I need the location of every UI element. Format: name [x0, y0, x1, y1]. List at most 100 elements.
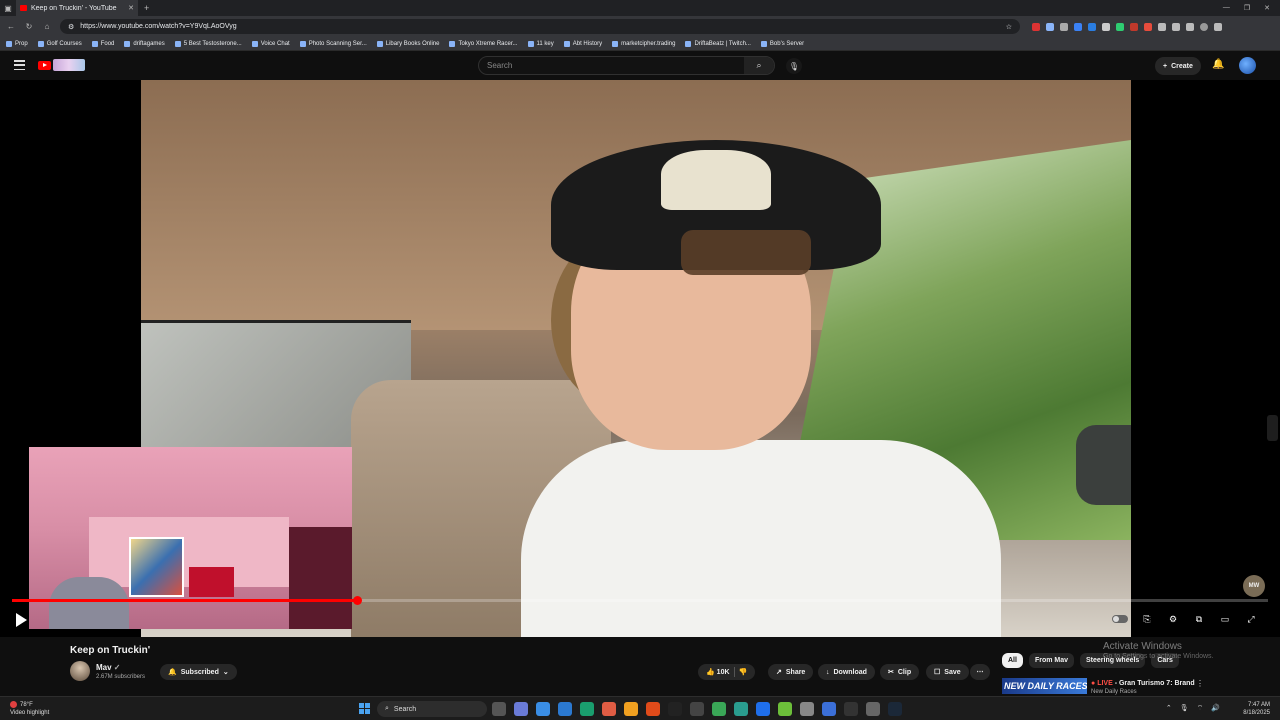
favorites-icon[interactable]	[1186, 22, 1194, 31]
download-button[interactable]: ↓ Download	[818, 664, 875, 680]
bookmark-item[interactable]: Bob's Server	[760, 40, 804, 47]
app-icon[interactable]	[690, 702, 704, 716]
downloads-icon[interactable]	[1172, 22, 1180, 31]
app-icon[interactable]	[778, 702, 792, 716]
filter-chip[interactable]: All	[1002, 653, 1023, 668]
extension-icon[interactable]	[1032, 22, 1040, 31]
mic-icon[interactable]: 🎙	[1180, 704, 1189, 713]
channel-avatar[interactable]	[70, 661, 90, 681]
play-icon[interactable]	[16, 613, 27, 627]
reload-icon[interactable]: ↻	[24, 22, 34, 31]
extension-icon[interactable]	[1088, 22, 1096, 31]
share-button[interactable]: ↗ Share	[768, 664, 814, 680]
bookmark-item[interactable]: marketcipher.trading	[612, 40, 675, 47]
search-button[interactable]: ⌕	[744, 57, 774, 74]
clip-button[interactable]: ✂ Clip	[880, 664, 920, 680]
miniplayer-icon[interactable]: ⧉	[1192, 612, 1206, 626]
recommended-title-text[interactable]: - Gran Turismo 7: Brand	[1115, 680, 1195, 687]
video-player[interactable]: MW ⎘ ⚙ ⧉ ▭ ⤢	[0, 80, 1280, 637]
maximize-icon[interactable]: ❐	[1244, 4, 1250, 12]
speaker-icon[interactable]: 🔊	[1211, 704, 1220, 713]
bookmark-item[interactable]: 11 key	[527, 40, 554, 47]
subtitles-icon[interactable]: ⎘	[1140, 612, 1154, 626]
brave-icon[interactable]	[646, 702, 660, 716]
bookmark-item[interactable]: Libary Books Online	[376, 40, 439, 47]
fullscreen-icon[interactable]: ⤢	[1244, 612, 1258, 626]
windows-start-icon[interactable]	[359, 703, 370, 714]
bookmark-item[interactable]: DriftaBeatz | Twitch...	[685, 40, 751, 47]
minimize-icon[interactable]: —	[1223, 4, 1230, 12]
extension-icon[interactable]	[1102, 22, 1110, 31]
bookmark-item[interactable]: 5 Best Testosterone...	[174, 40, 242, 47]
search-input[interactable]: Search	[479, 61, 744, 70]
extension-icon[interactable]	[1116, 22, 1124, 31]
new-tab-icon[interactable]: +	[138, 3, 155, 13]
save-button[interactable]: ☐ Save	[926, 664, 969, 680]
recommended-video-thumbnail[interactable]: NEW DAILY RACES	[1002, 678, 1087, 694]
file-explorer-icon[interactable]	[624, 702, 638, 716]
chevron-up-icon[interactable]: ⌃	[1166, 704, 1172, 713]
copilot-icon[interactable]	[536, 702, 550, 716]
filter-chip[interactable]: From Mav	[1028, 653, 1075, 668]
subscribed-button[interactable]: 🔔 Subscribed ⌄	[160, 664, 237, 680]
bookmark-item[interactable]: Prop	[6, 40, 28, 47]
browser-tab-youtube[interactable]: Keep on Truckin' - YouTube ✕	[16, 0, 138, 16]
extension-icon[interactable]	[1130, 22, 1138, 31]
menu-dots-icon[interactable]	[1214, 22, 1222, 31]
recommended-more-icon[interactable]: ⋮	[1196, 679, 1204, 688]
like-button[interactable]: 👍 10K	[706, 668, 730, 676]
task-view-icon[interactable]	[492, 702, 506, 716]
site-info-icon[interactable]: ⚙	[68, 23, 74, 31]
home-icon[interactable]: ⌂	[42, 22, 52, 31]
url-bar[interactable]: ⚙ https://www.youtube.com/watch?v=Y9VqLA…	[60, 19, 1020, 34]
steam-icon[interactable]	[888, 702, 902, 716]
weather-widget[interactable]: 78°F Video highlight	[10, 701, 49, 717]
channel-watermark[interactable]: MW	[1243, 575, 1265, 597]
settings-gear-icon[interactable]: ⚙	[1166, 612, 1180, 626]
notifications-bell-icon[interactable]: 🔔	[1212, 59, 1224, 70]
app-icon[interactable]	[844, 702, 858, 716]
autoplay-toggle[interactable]	[1112, 615, 1128, 623]
bookmark-item[interactable]: Golf Courses	[37, 40, 82, 47]
taskbar-search[interactable]: ⌕ Search	[377, 701, 487, 717]
close-window-icon[interactable]: ✕	[1264, 4, 1270, 12]
voice-search-icon[interactable]: 🎙	[786, 58, 802, 74]
progress-bar[interactable]	[12, 596, 1268, 605]
bookmark-item[interactable]: Photo Scanning Ser...	[299, 40, 367, 47]
close-tab-icon[interactable]: ✕	[128, 4, 134, 12]
app-icon[interactable]	[734, 702, 748, 716]
bookmark-item[interactable]: Tokyo Xtreme Racer...	[449, 40, 518, 47]
extension-icon[interactable]	[1074, 22, 1082, 31]
app-icon[interactable]	[602, 702, 616, 716]
search-box[interactable]: Search ⌕	[478, 56, 775, 75]
hamburger-menu-icon[interactable]	[14, 60, 25, 70]
bookmark-star-icon[interactable]: ☆	[1006, 23, 1012, 31]
app-icon[interactable]	[866, 702, 880, 716]
url-text[interactable]: https://www.youtube.com/watch?v=Y9VqLAoO…	[80, 23, 999, 30]
app-icon[interactable]	[822, 702, 836, 716]
chrome-icon[interactable]	[580, 702, 594, 716]
bookmark-item[interactable]: driftagames	[124, 40, 165, 47]
bookmark-item[interactable]: Abt History	[563, 40, 602, 47]
extension-icon[interactable]	[1060, 22, 1068, 31]
youtube-logo[interactable]	[38, 59, 85, 71]
extension-icon[interactable]	[1046, 22, 1054, 31]
bookmark-item[interactable]: Voice Chat	[251, 40, 290, 47]
extension-icon[interactable]	[1144, 22, 1152, 31]
account-avatar[interactable]	[1239, 57, 1256, 74]
more-actions-button[interactable]: ⋯	[970, 664, 990, 680]
app-icon[interactable]	[712, 702, 726, 716]
taskbar-clock[interactable]: 7:47 AM 8/18/2025	[1243, 701, 1270, 717]
network-icon[interactable]: ⌔	[1197, 704, 1204, 713]
bookmark-item[interactable]: Food	[91, 40, 114, 47]
app-icon[interactable]	[756, 702, 770, 716]
sidebar-extension-badge[interactable]	[1267, 415, 1278, 441]
theater-mode-icon[interactable]: ▭	[1218, 612, 1232, 626]
app-icon[interactable]	[800, 702, 814, 716]
create-button[interactable]: + Create	[1155, 57, 1201, 75]
dislike-button[interactable]: 👎	[739, 668, 748, 676]
channel-name[interactable]: Mav ✓	[96, 663, 121, 672]
profile-icon[interactable]	[1200, 22, 1208, 31]
recommended-video-title[interactable]: ● LIVE - Gran Turismo 7: Brand	[1091, 680, 1195, 687]
channel-name-text[interactable]: Mav	[96, 663, 112, 672]
